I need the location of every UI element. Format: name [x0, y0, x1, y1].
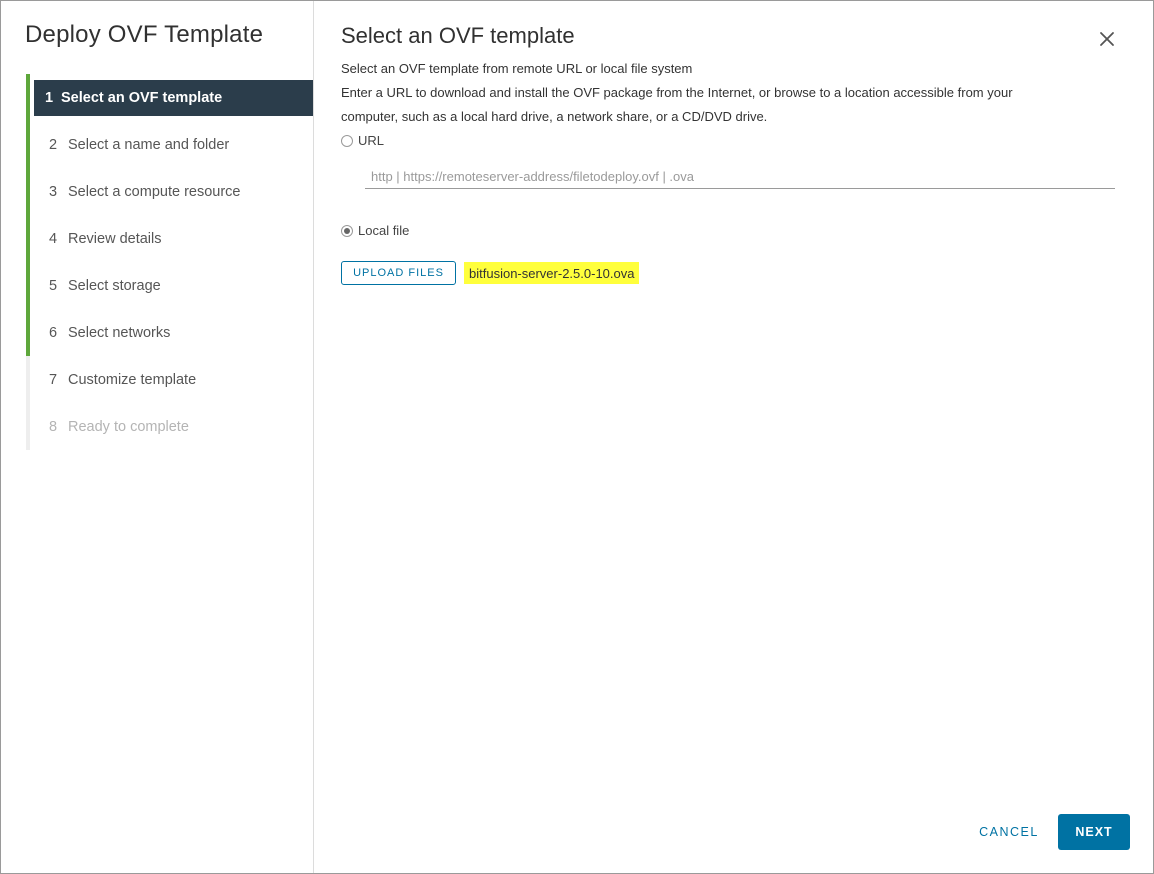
step-label: Ready to complete: [68, 418, 189, 435]
upload-files-button[interactable]: UPLOAD FILES: [341, 261, 456, 285]
local-file-option-label: Local file: [358, 223, 410, 238]
step-label: Select an OVF template: [61, 89, 223, 106]
page-subtitle: Select an OVF template from remote URL o…: [341, 61, 693, 76]
step-number: 5: [49, 277, 58, 294]
page-description-line-2: computer, such as a local hard drive, a …: [341, 109, 768, 124]
page-title: Select an OVF template: [341, 23, 575, 48]
step-review-details[interactable]: 4 Review details: [26, 215, 313, 262]
next-button[interactable]: NEXT: [1058, 814, 1130, 850]
step-select-networks[interactable]: 6 Select networks: [26, 309, 313, 356]
wizard-title: Deploy OVF Template: [25, 21, 264, 48]
url-option-label: URL: [358, 133, 385, 148]
deploy-ovf-dialog: Deploy OVF Template 1 Select an OVF temp…: [0, 0, 1154, 874]
step-select-storage[interactable]: 5 Select storage: [26, 262, 313, 309]
step-ready-to-complete: 8 Ready to complete: [26, 403, 313, 450]
step-number: 1: [45, 89, 54, 106]
url-input[interactable]: [365, 165, 1115, 189]
close-icon: [1100, 32, 1114, 46]
wizard-sidebar: Deploy OVF Template 1 Select an OVF temp…: [1, 1, 314, 873]
wizard-content: Select an OVF template Select an OVF tem…: [341, 1, 1131, 873]
step-number: 2: [49, 136, 58, 153]
step-select-compute-resource[interactable]: 3 Select a compute resource: [26, 168, 313, 215]
step-select-ovf-template[interactable]: 1 Select an OVF template: [26, 74, 313, 121]
step-label: Select a compute resource: [68, 183, 241, 200]
cancel-button[interactable]: CANCEL: [969, 819, 1049, 845]
close-button[interactable]: [1097, 29, 1117, 49]
step-customize-template[interactable]: 7 Customize template: [26, 356, 313, 403]
local-file-radio[interactable]: [341, 224, 353, 237]
step-label: Select networks: [68, 324, 171, 341]
step-number: 8: [49, 418, 58, 435]
step-label: Review details: [68, 230, 162, 247]
step-label: Select a name and folder: [68, 136, 230, 153]
local-file-option[interactable]: Local file: [341, 223, 409, 238]
url-option[interactable]: URL: [341, 133, 384, 148]
selected-file-name: bitfusion-server-2.5.0-10.ova: [464, 262, 640, 284]
step-number: 7: [49, 371, 58, 388]
step-label: Select storage: [68, 277, 161, 294]
wizard-steps: 1 Select an OVF template 2 Select a name…: [26, 74, 313, 450]
step-number: 3: [49, 183, 58, 200]
step-label: Customize template: [68, 371, 197, 388]
url-radio[interactable]: [341, 134, 353, 147]
step-select-name-and-folder[interactable]: 2 Select a name and folder: [26, 121, 313, 168]
step-number: 6: [49, 324, 58, 341]
step-number: 4: [49, 230, 58, 247]
page-description-line-1: Enter a URL to download and install the …: [341, 85, 1013, 100]
